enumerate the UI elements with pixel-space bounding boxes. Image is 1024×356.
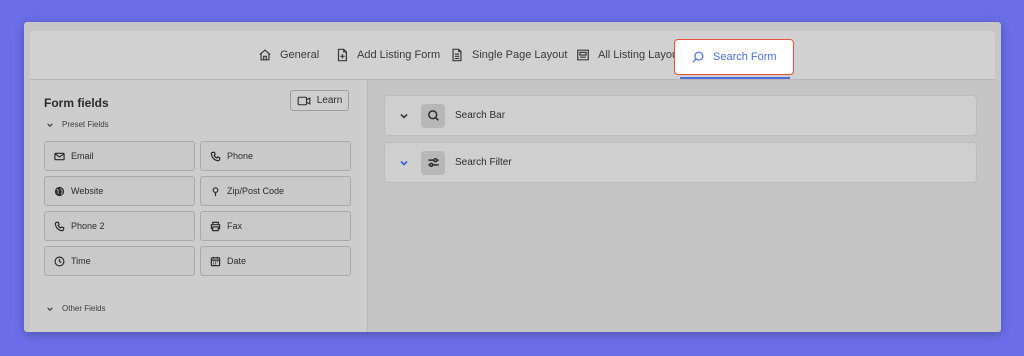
search-filter-icon-box bbox=[421, 150, 445, 175]
field-zip-post-code-label: Zip/Post Code bbox=[227, 186, 285, 196]
mail-icon bbox=[54, 152, 65, 160]
field-phone-2-label: Phone 2 bbox=[71, 221, 105, 231]
search-bar-icon-box bbox=[421, 103, 445, 128]
top-navigation: General Add Listing Form Single Page Lay… bbox=[30, 31, 995, 80]
search-icon bbox=[692, 51, 704, 63]
video-icon bbox=[297, 96, 311, 105]
tab-all-listing-layout[interactable]: All Listing Layout bbox=[576, 31, 681, 79]
tab-search-form-label: Search Form bbox=[713, 51, 777, 63]
chevron-down-icon bbox=[47, 122, 53, 127]
tab-general-label: General bbox=[280, 49, 320, 61]
active-tab-indicator bbox=[680, 77, 790, 79]
search-icon bbox=[427, 110, 439, 121]
printer-icon bbox=[210, 221, 221, 231]
tab-bar: General Add Listing Form Single Page Lay… bbox=[30, 31, 995, 79]
field-time-label: Time bbox=[71, 256, 91, 266]
app-window: General Add Listing Form Single Page Lay… bbox=[24, 22, 1001, 332]
field-website[interactable]: Website bbox=[44, 176, 195, 206]
field-phone[interactable]: Phone bbox=[200, 141, 351, 171]
chevron-down-icon bbox=[47, 306, 53, 311]
document-icon bbox=[452, 48, 462, 62]
calendar-icon bbox=[210, 256, 221, 266]
map-pin-icon bbox=[212, 186, 219, 196]
accordion-search-bar-label: Search Bar bbox=[455, 110, 506, 121]
phone-icon bbox=[210, 151, 221, 161]
preset-fields-toggle[interactable]: Preset Fields bbox=[46, 120, 109, 129]
field-date-label: Date bbox=[227, 256, 247, 266]
form-fields-panel: Form fields Learn Preset Fields Email Ph… bbox=[30, 80, 368, 332]
field-zip-post-code[interactable]: Zip/Post Code bbox=[200, 176, 351, 206]
sliders-icon bbox=[427, 157, 439, 168]
tab-all-listing-layout-label: All Listing Layout bbox=[598, 49, 682, 61]
field-phone-label: Phone bbox=[227, 151, 254, 161]
field-fax-label: Fax bbox=[227, 221, 243, 231]
tab-search-form[interactable]: Search Form bbox=[674, 39, 794, 75]
accordion-search-bar[interactable]: Search Bar bbox=[384, 95, 977, 136]
other-fields-label: Other Fields bbox=[62, 304, 106, 313]
tab-single-page-layout[interactable]: Single Page Layout bbox=[450, 31, 567, 79]
field-fax[interactable]: Fax bbox=[200, 211, 351, 241]
field-phone-2[interactable]: Phone 2 bbox=[44, 211, 195, 241]
tab-single-page-layout-label: Single Page Layout bbox=[472, 49, 568, 61]
field-time[interactable]: Time bbox=[44, 246, 195, 276]
tab-add-listing-form-label: Add Listing Form bbox=[357, 49, 441, 61]
accordion-search-filter-label: Search Filter bbox=[455, 157, 512, 168]
learn-button-label: Learn bbox=[316, 95, 343, 106]
clock-icon bbox=[54, 256, 65, 266]
field-email-label: Email bbox=[71, 151, 94, 161]
home-icon bbox=[259, 49, 271, 61]
panel-title: Form fields bbox=[44, 96, 109, 110]
globe-icon bbox=[54, 186, 65, 196]
tab-general[interactable]: General bbox=[258, 31, 319, 79]
tab-add-listing-form[interactable]: Add Listing Form bbox=[335, 31, 440, 79]
accordion-search-filter[interactable]: Search Filter bbox=[384, 142, 977, 183]
chevron-down-icon bbox=[400, 160, 408, 166]
preset-fields-label: Preset Fields bbox=[62, 120, 109, 129]
field-website-label: Website bbox=[71, 186, 104, 196]
field-date[interactable]: Date bbox=[200, 246, 351, 276]
layout-icon bbox=[577, 49, 589, 61]
search-form-builder: Search Bar Search Filter bbox=[368, 80, 1001, 332]
other-fields-toggle[interactable]: Other Fields bbox=[46, 304, 106, 313]
learn-button[interactable]: Learn bbox=[290, 90, 349, 111]
field-email[interactable]: Email bbox=[44, 141, 195, 171]
file-plus-icon bbox=[337, 48, 347, 62]
chevron-down-icon bbox=[400, 113, 408, 119]
phone-icon bbox=[54, 221, 65, 231]
